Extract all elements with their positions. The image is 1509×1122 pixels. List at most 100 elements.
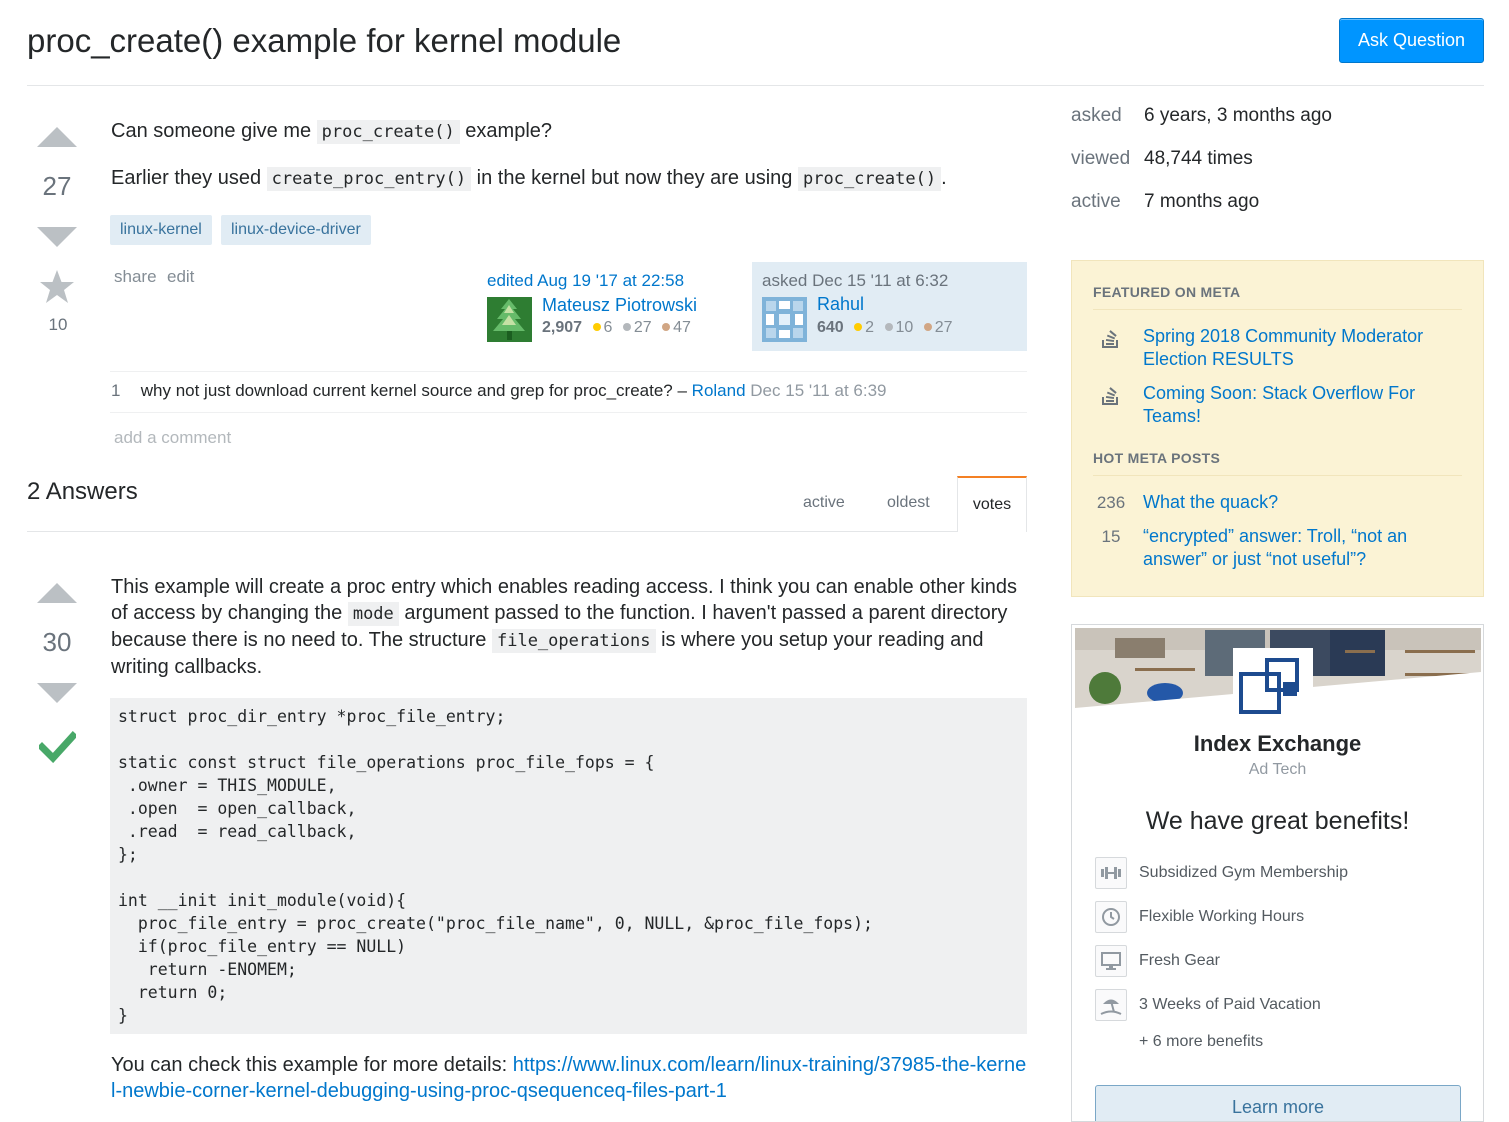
- ask-question-button[interactable]: Ask Question: [1339, 18, 1484, 63]
- editor-name-link[interactable]: Mateusz Piotrowski: [542, 295, 697, 316]
- meta-divider: [1093, 475, 1462, 476]
- page-title: proc_create() example for kernel module: [27, 22, 622, 59]
- add-comment-link[interactable]: add a comment: [114, 428, 231, 448]
- answers-divider: [27, 531, 1027, 532]
- stat-value: 48,744 times: [1144, 148, 1253, 169]
- dumbbell-icon: [1095, 857, 1127, 889]
- tab-active[interactable]: active: [803, 494, 845, 512]
- meta-box: FEATURED ON META Spring 2018 Community M…: [1071, 260, 1484, 597]
- beach-icon: [1095, 989, 1127, 1021]
- stat-value: 6 years, 3 months ago: [1144, 105, 1332, 126]
- featured-link[interactable]: Spring 2018 Community Moderator Election…: [1143, 325, 1463, 371]
- more-benefits: + 6 more benefits: [1139, 1033, 1264, 1050]
- hot-heading: HOT META POSTS: [1093, 450, 1221, 466]
- hot-post-link[interactable]: What the quack?: [1143, 491, 1463, 514]
- question-upvote-icon[interactable]: [37, 127, 77, 147]
- featured-heading: FEATURED ON META: [1093, 284, 1241, 300]
- hot-post-link[interactable]: “encrypted” answer: Troll, “not an answe…: [1143, 525, 1443, 571]
- code-content: struct proc_dir_entry *proc_file_entry; …: [118, 707, 873, 1025]
- benefit-text: Subsidized Gym Membership: [1139, 864, 1348, 881]
- featured-link[interactable]: Coming Soon: Stack Overflow For Teams!: [1143, 382, 1463, 428]
- owner-bronze-count: 27: [934, 319, 953, 336]
- answer-downvote-icon[interactable]: [37, 683, 77, 703]
- answer-upvote-icon[interactable]: [37, 583, 77, 603]
- index-exchange-logo-icon: [1239, 658, 1299, 714]
- code-block: struct proc_dir_entry *proc_file_entry; …: [110, 698, 1027, 1034]
- answer-reference: You can check this example for more deta…: [111, 1052, 1027, 1104]
- stat-label: active: [1071, 191, 1121, 212]
- comment-divider: [110, 412, 1027, 413]
- bronze-badge-icon: [662, 323, 671, 332]
- benefit-text: Fresh Gear: [1139, 952, 1220, 969]
- favorite-count: 10: [48, 315, 68, 334]
- comment-text: why not just download current kernel sou…: [140, 381, 687, 400]
- share-link[interactable]: share: [114, 267, 157, 287]
- editor-reputation: 2,907: [542, 319, 583, 336]
- inline-code: file_operations: [491, 629, 656, 653]
- question-text: example?: [465, 120, 553, 142]
- comment-score: 1: [111, 381, 121, 400]
- owner-name-link[interactable]: Rahul: [817, 294, 864, 315]
- owner-gold-count: 2: [865, 319, 875, 336]
- gold-badge-icon: [592, 323, 601, 332]
- benefits-headline: We have great benefits!: [1145, 807, 1410, 835]
- comment-user-link[interactable]: Roland: [692, 381, 746, 400]
- stat-label: asked: [1071, 105, 1122, 126]
- gold-badge-icon: [854, 323, 863, 332]
- benefit-text: Flexible Working Hours: [1139, 908, 1305, 925]
- tag-linux-kernel[interactable]: linux-kernel: [110, 215, 212, 245]
- company-name: Index Exchange: [1193, 731, 1362, 756]
- company-industry: Ad Tech: [1248, 761, 1307, 778]
- answers-count: 2 Answers: [27, 478, 138, 505]
- benefit-text: 3 Weeks of Paid Vacation: [1139, 996, 1321, 1013]
- hot-post-score: 236: [1096, 493, 1126, 512]
- comment: 1 why not just download current kernel s…: [111, 381, 1027, 401]
- stack-overflow-icon: [1102, 330, 1118, 348]
- comment-date: Dec 15 '11 at 6:39: [750, 381, 887, 400]
- tab-oldest[interactable]: oldest: [887, 494, 930, 512]
- owner-silver-count: 10: [895, 319, 914, 336]
- editor-silver-count: 27: [633, 319, 652, 336]
- inline-code: mode: [347, 602, 399, 626]
- tab-votes[interactable]: votes: [957, 476, 1027, 532]
- owner-reputation: 640: [817, 319, 844, 336]
- silver-badge-icon: [622, 323, 631, 332]
- accepted-checkmark-icon: [39, 731, 76, 763]
- inline-code: create_proc_entry(): [266, 167, 472, 191]
- company-logo: [1233, 648, 1313, 728]
- inline-code: proc_create(): [316, 120, 460, 144]
- header-divider: [27, 85, 1484, 86]
- answer-text: You can check this example for more deta…: [111, 1054, 508, 1076]
- bronze-badge-icon: [923, 323, 932, 332]
- tag-linux-device-driver[interactable]: linux-device-driver: [221, 215, 371, 245]
- hot-post-score: 15: [1101, 527, 1121, 546]
- meta-divider: [1093, 309, 1462, 310]
- inline-code: proc_create(): [798, 167, 942, 191]
- job-ad[interactable]: Index Exchange Ad Tech We have great ben…: [1071, 624, 1484, 1122]
- question-body: Can someone give me proc_create() exampl…: [111, 118, 1027, 192]
- owner-card: asked Dec 15 '11 at 6:32 Rahul 640 2 10 …: [752, 262, 1027, 351]
- owner-avatar[interactable]: [762, 297, 807, 342]
- learn-more-button[interactable]: Learn more: [1095, 1085, 1461, 1121]
- favorite-star-icon[interactable]: [39, 270, 75, 304]
- comment-divider: [110, 371, 1027, 372]
- editor-avatar[interactable]: [487, 297, 532, 342]
- editor-card: edited Aug 19 '17 at 22:58 Mateusz Piotr…: [487, 271, 737, 343]
- stat-value[interactable]: 7 months ago: [1144, 191, 1259, 213]
- stack-overflow-icon: [1102, 387, 1118, 405]
- monitor-icon: [1095, 945, 1127, 977]
- question-text: in the kernel but now they are using: [476, 167, 793, 189]
- question-downvote-icon[interactable]: [37, 227, 77, 247]
- answer-vote-count: 30: [42, 627, 72, 657]
- question-vote-count: 27: [42, 171, 72, 201]
- edit-link[interactable]: edit: [167, 267, 194, 287]
- question-text: Earlier they used: [111, 167, 262, 189]
- answer-paragraph: This example will create a proc entry wh…: [111, 574, 1027, 680]
- question-text: .: [941, 167, 947, 189]
- clock-icon: [1095, 901, 1127, 933]
- question-text: Can someone give me: [111, 120, 312, 142]
- silver-badge-icon: [884, 323, 893, 332]
- editor-gold-count: 6: [603, 319, 613, 336]
- asked-date: asked Dec 15 '11 at 6:32: [762, 271, 949, 290]
- edited-date-link[interactable]: edited Aug 19 '17 at 22:58: [487, 271, 684, 290]
